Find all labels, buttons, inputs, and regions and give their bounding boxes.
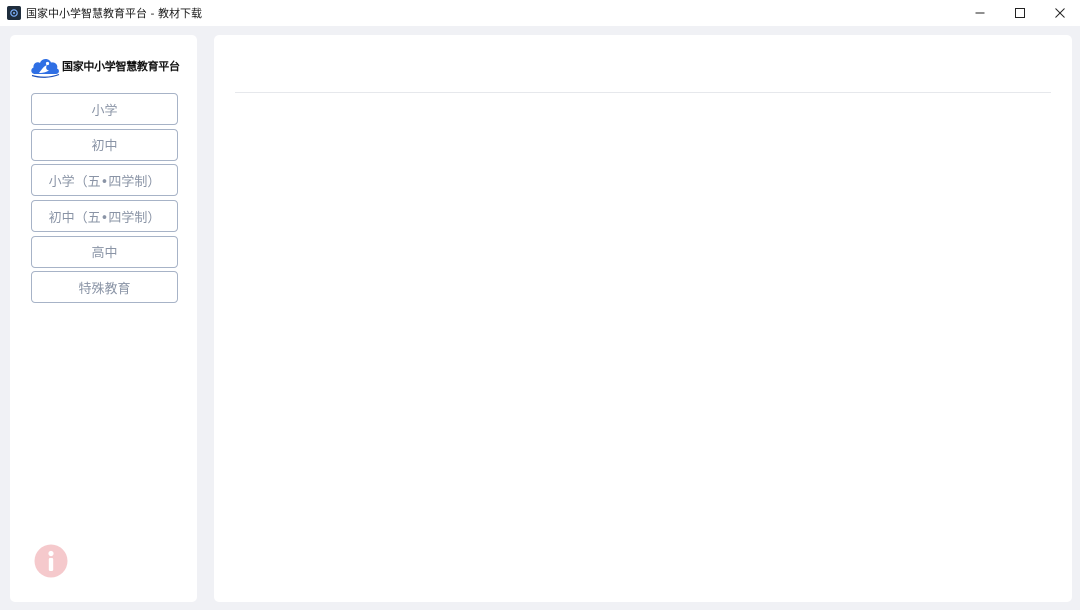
maximize-button[interactable] bbox=[1000, 0, 1040, 26]
cloud-logo-icon bbox=[31, 58, 60, 78]
nav-button-special-education[interactable]: 特殊教育 bbox=[31, 271, 178, 304]
close-button[interactable] bbox=[1040, 0, 1080, 26]
nav-button-junior-high-54[interactable]: 初中（五•四学制） bbox=[31, 200, 178, 233]
nav-button-junior-high[interactable]: 初中 bbox=[31, 128, 178, 161]
nav-button-primary-54[interactable]: 小学（五•四学制） bbox=[31, 164, 178, 197]
info-icon[interactable] bbox=[34, 544, 68, 578]
minimize-button[interactable] bbox=[960, 0, 1000, 26]
minimize-icon bbox=[975, 12, 985, 14]
nav-button-primary[interactable]: 小学 bbox=[31, 93, 178, 125]
logo-text: 国家中小学智慧教育平台 bbox=[62, 60, 180, 73]
window-titlebar: 国家中小学智慧教育平台 - 教材下载 bbox=[0, 0, 1080, 26]
close-icon bbox=[1055, 8, 1065, 18]
window-title: 国家中小学智慧教育平台 - 教材下载 bbox=[26, 7, 202, 20]
nav-button-senior-high[interactable]: 高中 bbox=[31, 235, 178, 268]
maximize-icon bbox=[1015, 8, 1025, 18]
sidebar: 国家中小学智慧教育平台 小学 初中 小学（五•四学制） 初中（五•四学制） 高中… bbox=[10, 35, 197, 602]
platform-logo: 国家中小学智慧教育平台 bbox=[30, 53, 180, 79]
window-controls bbox=[960, 0, 1080, 26]
main-panel bbox=[214, 35, 1072, 602]
content-divider bbox=[235, 92, 1051, 93]
app-icon bbox=[7, 6, 21, 20]
grade-nav: 小学 初中 小学（五•四学制） 初中（五•四学制） 高中 特殊教育 bbox=[31, 93, 178, 307]
